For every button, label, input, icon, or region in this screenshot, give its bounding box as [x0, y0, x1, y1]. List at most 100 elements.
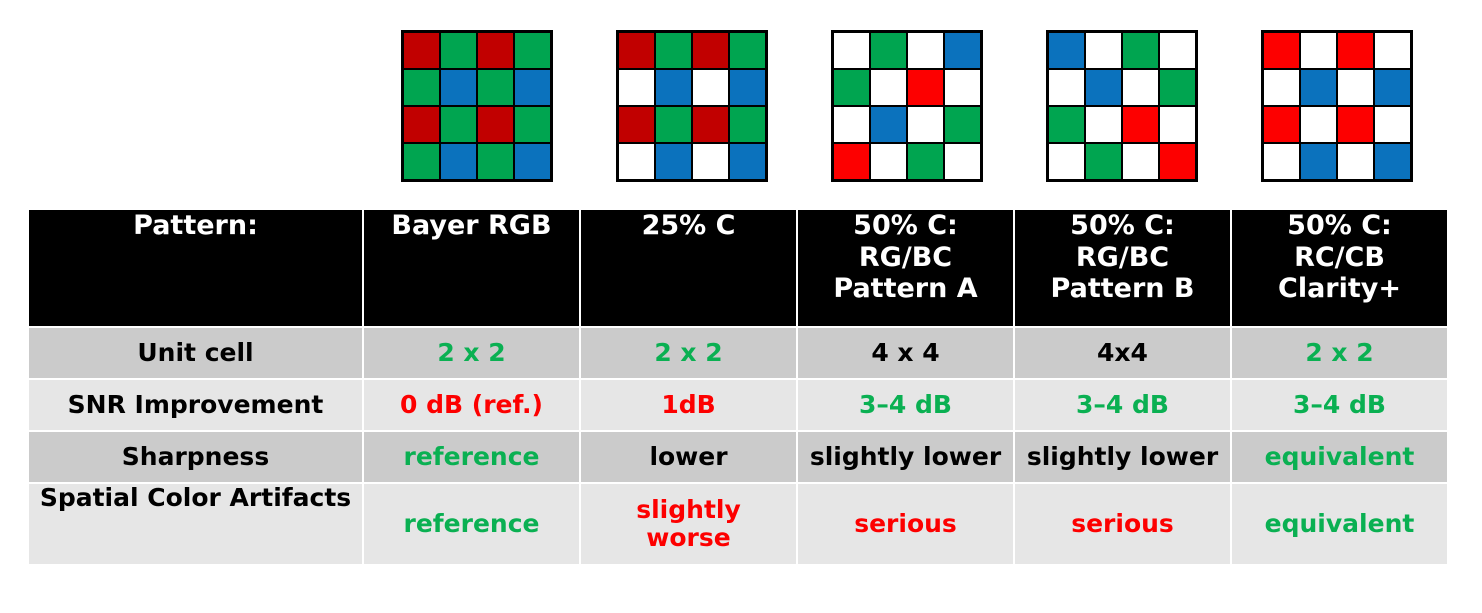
- cfa-cell-red-r2c2: [693, 107, 728, 142]
- cfa-cell-green-r0c1: [656, 33, 691, 68]
- cfa-cell-red-r3c3: [1160, 144, 1195, 179]
- cfa-cell-blue-r0c0: [1049, 33, 1084, 68]
- cfa-cell-green-r3c2: [908, 144, 943, 179]
- cfa-cell-green-r3c1: [1086, 144, 1121, 179]
- cell-r4-c3: serious: [798, 484, 1013, 564]
- cfa-cell-red-r0c0: [619, 33, 654, 68]
- 50-percent-clear-rgbc-pattern-a: [831, 30, 983, 182]
- cell-r3-c2: lower: [581, 432, 796, 482]
- header-column-4-line-3: Pattern B: [1050, 273, 1195, 305]
- 50-percent-clear-rccb-clarity-plus: [1261, 30, 1413, 182]
- cfa-cell-green-r2c3: [945, 107, 980, 142]
- header-column-1: Bayer RGB: [364, 210, 579, 326]
- header-column-3-line-3: Pattern A: [833, 273, 978, 305]
- cfa-pattern-strip: [0, 0, 1482, 208]
- cfa-cell-red-r0c2: [1338, 33, 1373, 68]
- cfa-cell-blue-r1c3: [515, 70, 550, 105]
- cfa-cell-clear-r3c1: [871, 144, 906, 179]
- header-label-pattern: Pattern:: [29, 210, 362, 326]
- cfa-cell-clear-r0c2: [908, 33, 943, 68]
- cfa-cell-clear-r1c0: [1264, 70, 1299, 105]
- cfa-cell-green-r2c1: [656, 107, 691, 142]
- cfa-cell-red-r2c2: [1123, 107, 1158, 142]
- table-row: Spatial Color Artifacts reference slightly…: [29, 484, 1447, 564]
- row-label-3: Sharpness: [29, 432, 362, 482]
- cfa-cell-clear-r2c3: [1160, 107, 1195, 142]
- cfa-cell-clear-r1c2: [1338, 70, 1373, 105]
- header-column-4: 50% C: RG/BC Pattern B: [1015, 210, 1230, 326]
- row-label-1: Unit cell: [29, 328, 362, 378]
- cfa-cell-blue-r1c1: [441, 70, 476, 105]
- cell-r2-c5: 3–4 dB: [1232, 380, 1447, 430]
- cell-r3-c5: equivalent: [1232, 432, 1447, 482]
- cfa-cell-blue-r1c3: [730, 70, 765, 105]
- header-column-4-line-2: RG/BC: [1075, 241, 1170, 273]
- cfa-cell-green-r1c0: [404, 70, 439, 105]
- table-row: SNR Improvement 0 dB (ref.) 1dB 3–4 dB 3–4 d…: [29, 380, 1447, 430]
- cfa-cell-green-r1c3: [1160, 70, 1195, 105]
- cfa-cell-red-r2c0: [404, 107, 439, 142]
- cfa-cell-red-r0c0: [1264, 33, 1299, 68]
- cfa-cell-clear-r0c1: [1086, 33, 1121, 68]
- cfa-cell-clear-r3c3: [945, 144, 980, 179]
- cfa-cell-blue-r1c1: [1086, 70, 1121, 105]
- cfa-cell-red-r1c2: [908, 70, 943, 105]
- cfa-cell-green-r3c0: [404, 144, 439, 179]
- cfa-cell-green-r0c3: [515, 33, 550, 68]
- cfa-cell-clear-r1c2: [1123, 70, 1158, 105]
- cell-text-line: slightly: [636, 495, 741, 524]
- cfa-cell-blue-r3c1: [1301, 144, 1336, 179]
- cfa-cell-green-r1c0: [834, 70, 869, 105]
- header-column-3: 50% C: RG/BC Pattern A: [798, 210, 1013, 326]
- cfa-cell-clear-r2c0: [834, 107, 869, 142]
- cell-text-line: worse: [646, 523, 731, 552]
- cfa-cell-green-r0c1: [871, 33, 906, 68]
- header-column-5-line-1: 50% C:: [1287, 210, 1392, 241]
- cell-r1-c5: 2 x 2: [1232, 328, 1447, 378]
- cfa-cell-clear-r1c3: [945, 70, 980, 105]
- cfa-cell-clear-r1c0: [1049, 70, 1084, 105]
- cfa-cell-red-r0c2: [693, 33, 728, 68]
- cfa-cell-blue-r1c1: [656, 70, 691, 105]
- cfa-cell-clear-r0c0: [834, 33, 869, 68]
- cfa-cell-clear-r2c1: [1301, 107, 1336, 142]
- cell-r2-c2: 1dB: [581, 380, 796, 430]
- cell-r4-c2: slightly worse: [581, 484, 796, 564]
- cell-r1-c1: 2 x 2: [364, 328, 579, 378]
- cfa-cell-blue-r3c3: [730, 144, 765, 179]
- table-row: Sharpness reference lower slightly lower sli…: [29, 432, 1447, 482]
- cfa-cell-blue-r0c3: [945, 33, 980, 68]
- cfa-cell-green-r2c0: [1049, 107, 1084, 142]
- cell-r4-c4: serious: [1015, 484, 1230, 564]
- cfa-cell-green-r0c2: [1123, 33, 1158, 68]
- cfa-cell-blue-r1c1: [1301, 70, 1336, 105]
- cfa-cell-blue-r3c3: [515, 144, 550, 179]
- header-column-5: 50% C: RC/CB Clarity+: [1232, 210, 1447, 326]
- cfa-cell-clear-r3c0: [619, 144, 654, 179]
- bayer-rgb-pattern: [401, 30, 553, 182]
- cfa-cell-red-r2c2: [478, 107, 513, 142]
- cfa-cell-red-r2c0: [1264, 107, 1299, 142]
- cfa-cell-red-r2c2: [1338, 107, 1373, 142]
- row-label-4: Spatial Color Artifacts: [29, 484, 362, 564]
- cfa-cell-clear-r2c3: [1375, 107, 1410, 142]
- cell-r4-c1: reference: [364, 484, 579, 564]
- cfa-cell-clear-r3c0: [1049, 144, 1084, 179]
- cfa-cell-clear-r0c1: [1301, 33, 1336, 68]
- cfa-cell-red-r0c0: [404, 33, 439, 68]
- cfa-cell-clear-r2c2: [908, 107, 943, 142]
- cfa-cell-red-r3c0: [834, 144, 869, 179]
- table-header-row: Pattern: Bayer RGB 25% C 50% C: RG/BC Pattern…: [29, 210, 1447, 326]
- cfa-cell-clear-r3c2: [1123, 144, 1158, 179]
- cfa-cell-clear-r1c0: [619, 70, 654, 105]
- cfa-comparison-table: Pattern: Bayer RGB 25% C 50% C: RG/BC Pattern…: [27, 208, 1449, 566]
- cell-r2-c1: 0 dB (ref.): [364, 380, 579, 430]
- table-row: Unit cell 2 x 22 x 24 x 4 4x4 2 x 2: [29, 328, 1447, 378]
- 25-percent-clear-pattern: [616, 30, 768, 182]
- cell-r4-c5: equivalent: [1232, 484, 1447, 564]
- cfa-cell-green-r0c1: [441, 33, 476, 68]
- cfa-cell-green-r2c3: [515, 107, 550, 142]
- header-column-5-line-3: Clarity+: [1278, 273, 1401, 305]
- cfa-cell-red-r0c2: [478, 33, 513, 68]
- cfa-cell-blue-r1c3: [1375, 70, 1410, 105]
